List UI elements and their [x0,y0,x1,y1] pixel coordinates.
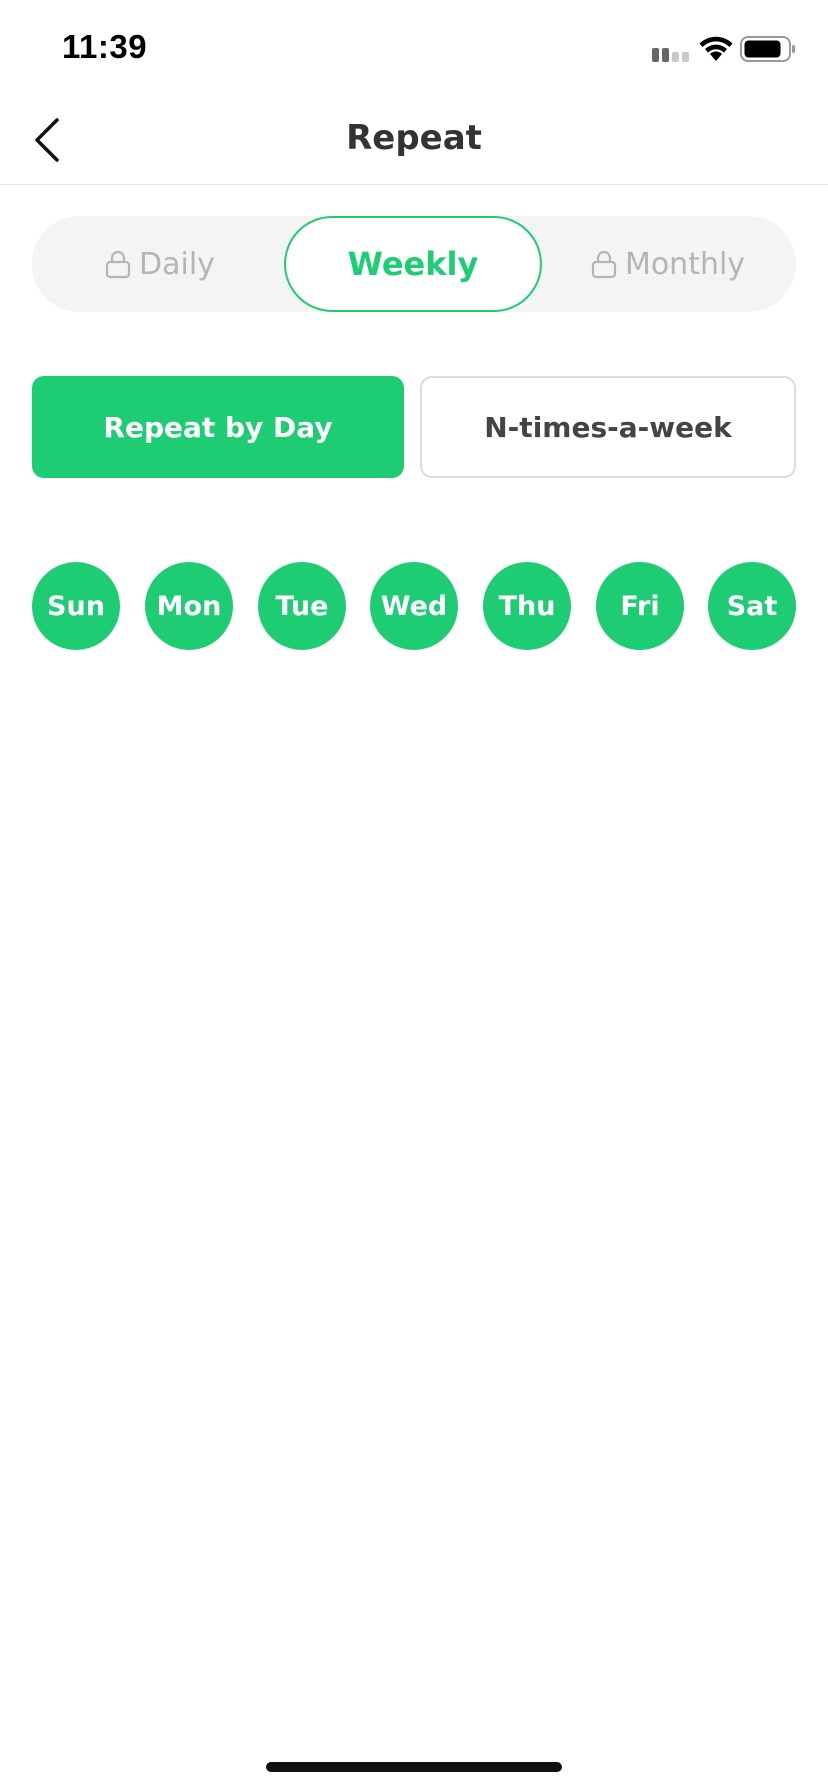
n-times-a-week-button[interactable]: N-times-a-week [420,376,796,478]
tab-daily[interactable]: Daily [32,216,288,312]
day-selector: Sun Mon Tue Wed Thu Fri Sat [32,562,796,650]
wifi-icon [699,36,733,61]
tab-monthly[interactable]: Monthly [540,216,796,312]
day-toggle-thu[interactable]: Thu [483,562,571,650]
page-title: Repeat [346,118,482,158]
lock-icon [591,250,617,279]
nav-bar: Repeat [0,96,828,185]
tab-weekly[interactable]: Weekly [284,216,542,312]
day-toggle-mon[interactable]: Mon [145,562,233,650]
frequency-segmented-control: Daily Weekly Monthly [32,216,796,312]
day-toggle-wed[interactable]: Wed [370,562,458,650]
tab-monthly-label: Monthly [624,246,746,282]
status-time: 11:39 [62,28,148,65]
day-toggle-sun[interactable]: Sun [32,562,120,650]
status-bar: 11:39 [0,0,828,96]
repeat-by-day-button[interactable]: Repeat by Day [32,376,404,478]
signal-icon [652,48,689,62]
day-toggle-fri[interactable]: Fri [596,562,684,650]
day-toggle-tue[interactable]: Tue [258,562,346,650]
tab-weekly-label: Weekly [347,245,479,283]
day-toggle-sat[interactable]: Sat [708,562,796,650]
lock-icon [105,250,131,279]
tab-daily-label: Daily [139,246,215,282]
home-indicator [266,1762,562,1772]
battery-icon [740,36,795,62]
